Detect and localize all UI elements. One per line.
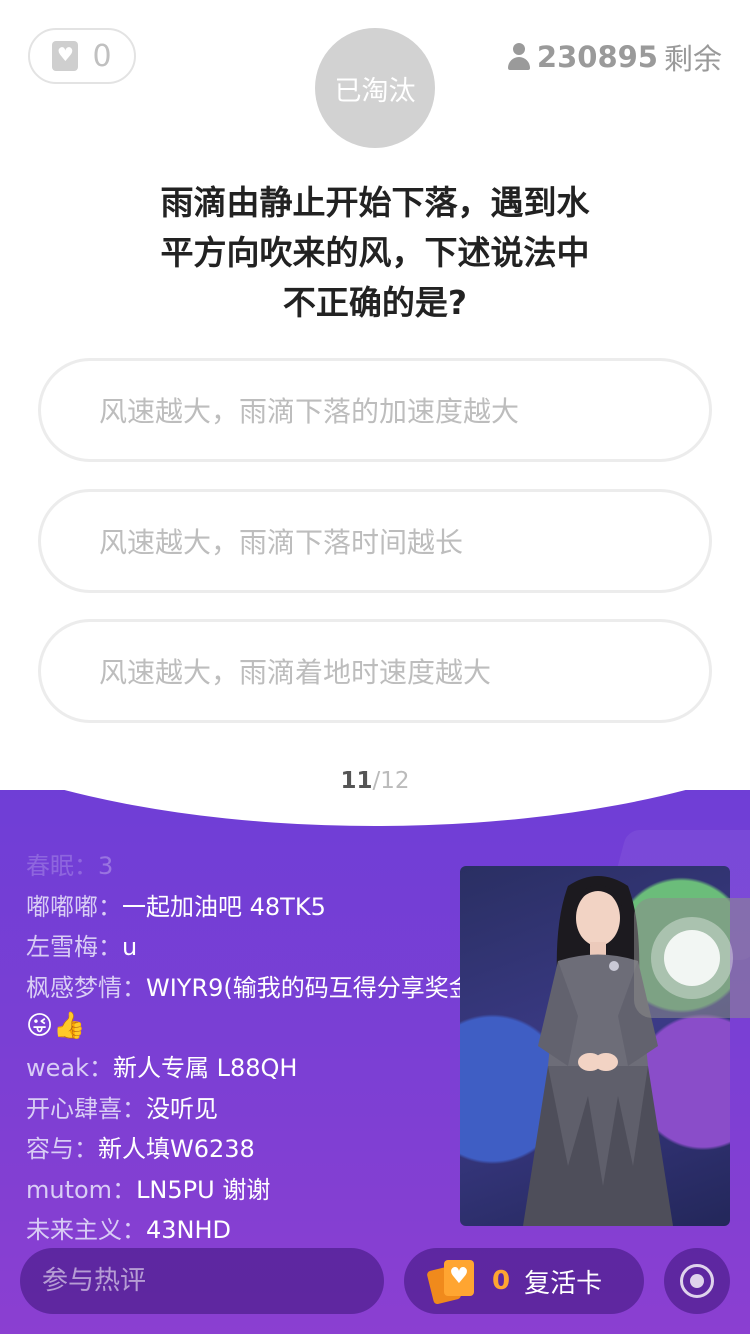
revive-count: 0 xyxy=(492,1266,511,1296)
answer-option-3[interactable]: 风速越大，雨滴着地时速度越大 xyxy=(38,619,712,723)
remaining-count: 230895 xyxy=(536,40,658,74)
revive-card-button[interactable]: ♥ 0 复活卡 xyxy=(404,1248,644,1314)
revive-label: 复活卡 xyxy=(524,1268,603,1299)
answer-option-1[interactable]: 风速越大，雨滴下落的加速度越大 xyxy=(38,358,712,462)
floating-assistive-button[interactable] xyxy=(634,898,750,1018)
question-line: 平方向吹来的风，下述说法中 xyxy=(160,233,590,272)
lives-count: 0 xyxy=(92,38,112,74)
comment-input[interactable] xyxy=(20,1248,384,1314)
remaining-players: 230895 剩余 xyxy=(507,36,722,78)
target-icon[interactable] xyxy=(664,1248,730,1314)
question-line: 雨滴由静止开始下落，遇到水 xyxy=(160,183,590,222)
revive-card-icon: ♥ xyxy=(426,1258,478,1305)
assistive-ring xyxy=(651,917,733,999)
person-icon xyxy=(507,43,531,71)
answer-option-2[interactable]: 风速越大，雨滴下落时间越长 xyxy=(38,489,712,593)
curve-divider xyxy=(0,790,750,826)
remaining-label: 剩余 xyxy=(663,42,722,76)
status-badge: 已淘汰 xyxy=(315,28,435,148)
question-line: 不正确的是? xyxy=(282,283,468,322)
question-text: 雨滴由静止开始下落，遇到水 平方向吹来的风，下述说法中 不正确的是? xyxy=(130,178,620,328)
lives-indicator[interactable]: 0 xyxy=(28,28,136,84)
heart-card-icon xyxy=(52,41,79,71)
assistive-dot xyxy=(664,930,720,986)
